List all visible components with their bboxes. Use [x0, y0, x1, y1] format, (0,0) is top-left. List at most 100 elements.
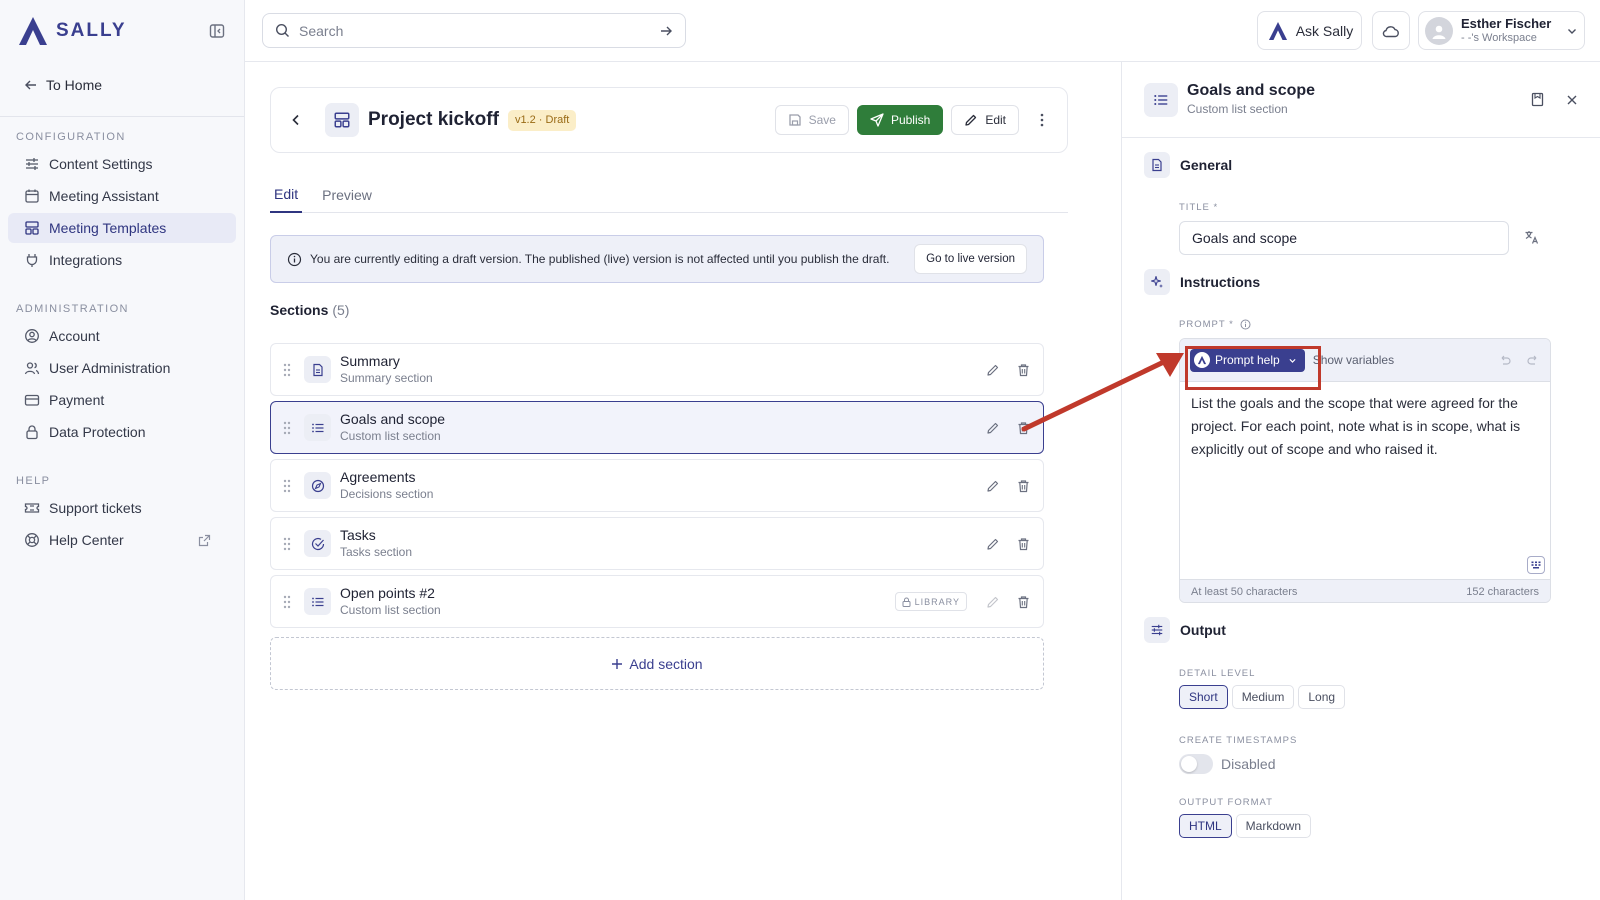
annotation-highlight-box: [1185, 346, 1321, 390]
title-field-value: Goals and scope: [1192, 230, 1298, 246]
drag-handle-icon[interactable]: [281, 595, 293, 609]
drag-handle-icon[interactable]: [281, 363, 293, 377]
brand-name: SALLY: [56, 20, 127, 41]
ask-sally-button[interactable]: Ask Sally: [1257, 11, 1362, 50]
sidebar-item-meeting-templates[interactable]: Meeting Templates: [8, 213, 236, 243]
output-group-heading: Output: [1144, 617, 1226, 643]
detail-level-long[interactable]: Long: [1298, 685, 1346, 709]
avatar: [1425, 16, 1453, 45]
pencil-icon: [987, 480, 999, 492]
section-row-summary[interactable]: Summary Summary section: [270, 343, 1044, 396]
edit-section-button[interactable]: [985, 362, 1001, 378]
translate-button[interactable]: [1524, 229, 1540, 245]
general-heading: General: [1180, 157, 1233, 173]
pencil-icon: [987, 364, 999, 376]
format-markdown[interactable]: Markdown: [1235, 814, 1312, 838]
drag-handle-icon[interactable]: [281, 421, 293, 435]
sidebar-item-payment[interactable]: Payment: [8, 385, 236, 415]
title-field[interactable]: Goals and scope: [1179, 221, 1509, 255]
character-count: 152 characters: [1466, 585, 1539, 598]
to-home-label: To Home: [46, 77, 103, 93]
sidebar-item-user-administration[interactable]: User Administration: [8, 353, 236, 383]
sections-count: (5): [332, 302, 350, 318]
external-link-icon: [198, 534, 211, 546]
list-icon: [1144, 82, 1178, 117]
cloud-button[interactable]: [1372, 11, 1410, 50]
create-timestamps-label: CREATE TIMESTAMPS: [1179, 735, 1298, 746]
section-row-tasks[interactable]: Tasks Tasks section: [270, 517, 1044, 570]
user-menu-button[interactable]: Esther Fischer - -'s Workspace: [1418, 11, 1585, 50]
sally-logo-icon: [1268, 21, 1287, 40]
format-html[interactable]: HTML: [1179, 814, 1232, 838]
arrow-right-icon: [661, 26, 672, 35]
keyboard-shortcuts-button[interactable]: [1527, 556, 1545, 574]
section-row-goals-and-scope[interactable]: Goals and scope Custom list section: [270, 401, 1044, 454]
list-icon: [304, 588, 331, 615]
add-section-button[interactable]: Add section: [270, 637, 1044, 690]
drag-handle-icon[interactable]: [281, 537, 293, 551]
edit-section-button[interactable]: [985, 420, 1001, 436]
general-group-heading: General: [1144, 152, 1232, 178]
document-icon: [304, 356, 331, 383]
drag-handle-icon[interactable]: [281, 479, 293, 493]
detail-level-label: DETAIL LEVEL: [1179, 668, 1256, 679]
edit-label: Edit: [985, 113, 1006, 127]
undo-button[interactable]: [1498, 353, 1512, 367]
output-heading: Output: [1180, 622, 1226, 638]
sidebar-divider: [0, 116, 244, 117]
sidebar-item-integrations[interactable]: Integrations: [8, 245, 236, 275]
check-circle-icon: [304, 530, 331, 557]
edit-section-button[interactable]: [985, 536, 1001, 552]
collapse-sidebar-button[interactable]: [206, 20, 228, 42]
trash-icon: [1018, 479, 1028, 492]
section-row-agreements[interactable]: Agreements Decisions section: [270, 459, 1044, 512]
sidebar-item-support-tickets[interactable]: Support tickets: [8, 493, 236, 523]
timestamps-toggle[interactable]: [1179, 754, 1213, 774]
user-avatar-icon: [1432, 25, 1446, 39]
edit-button[interactable]: Edit: [951, 105, 1019, 135]
trash-icon: [1018, 595, 1028, 608]
tab-edit[interactable]: Edit: [270, 177, 303, 213]
instructions-group-heading: Instructions: [1144, 269, 1260, 295]
edit-section-button[interactable]: [985, 478, 1001, 494]
sidebar-item-label: Data Protection: [49, 424, 146, 440]
publish-button[interactable]: Publish: [856, 105, 944, 135]
sidebar-item-meeting-assistant[interactable]: Meeting Assistant: [8, 181, 236, 211]
edit-section-button: [985, 594, 1001, 610]
detail-level-medium[interactable]: Medium: [1231, 685, 1295, 709]
save-button[interactable]: Save: [774, 105, 849, 135]
delete-section-button[interactable]: [1015, 478, 1031, 494]
delete-section-button[interactable]: [1015, 594, 1031, 610]
section-list: Summary Summary section Goals and scope …: [270, 343, 1044, 633]
back-button[interactable]: [283, 107, 309, 133]
document-icon: [1144, 152, 1170, 178]
detail-level-short[interactable]: Short: [1179, 685, 1228, 709]
sidebar-item-help-center[interactable]: Help Center: [8, 525, 236, 555]
go-to-live-version-button[interactable]: Go to live version: [914, 244, 1027, 274]
sidebar-item-label: Account: [49, 328, 100, 344]
title-field-label: TITLE *: [1179, 202, 1219, 213]
lock-icon: [26, 425, 38, 440]
plug-icon: [26, 254, 38, 267]
sidebar-item-content-settings[interactable]: Content Settings: [8, 149, 236, 179]
user-circle-icon: [25, 329, 39, 343]
more-options-button[interactable]: [1029, 105, 1055, 135]
tab-bar: Edit Preview: [270, 177, 1068, 213]
delete-section-button[interactable]: [1015, 536, 1031, 552]
section-row-open-points[interactable]: Open points #2 Custom list section LIBRA…: [270, 575, 1044, 628]
search-input[interactable]: Search: [262, 13, 686, 48]
sections-heading: Sections (5): [270, 302, 349, 318]
show-variables-button[interactable]: Show variables: [1313, 353, 1394, 367]
template-header: Project kickoff v1.2 · Draft Save Publis…: [270, 87, 1068, 153]
sidebar-item-account[interactable]: Account: [8, 321, 236, 351]
save-to-library-button[interactable]: [1531, 92, 1544, 107]
sidebar-item-data-protection[interactable]: Data Protection: [8, 417, 236, 447]
tab-preview[interactable]: Preview: [318, 177, 376, 213]
draft-banner: You are currently editing a draft versio…: [270, 235, 1044, 283]
redo-button[interactable]: [1526, 353, 1540, 367]
sally-logo-icon: [19, 17, 47, 45]
close-panel-button[interactable]: [1566, 94, 1578, 106]
prompt-textarea[interactable]: List the goals and the scope that were a…: [1180, 382, 1550, 579]
to-home-link[interactable]: To Home: [0, 68, 244, 102]
main-content: Project kickoff v1.2 · Draft Save Publis…: [245, 62, 1121, 900]
